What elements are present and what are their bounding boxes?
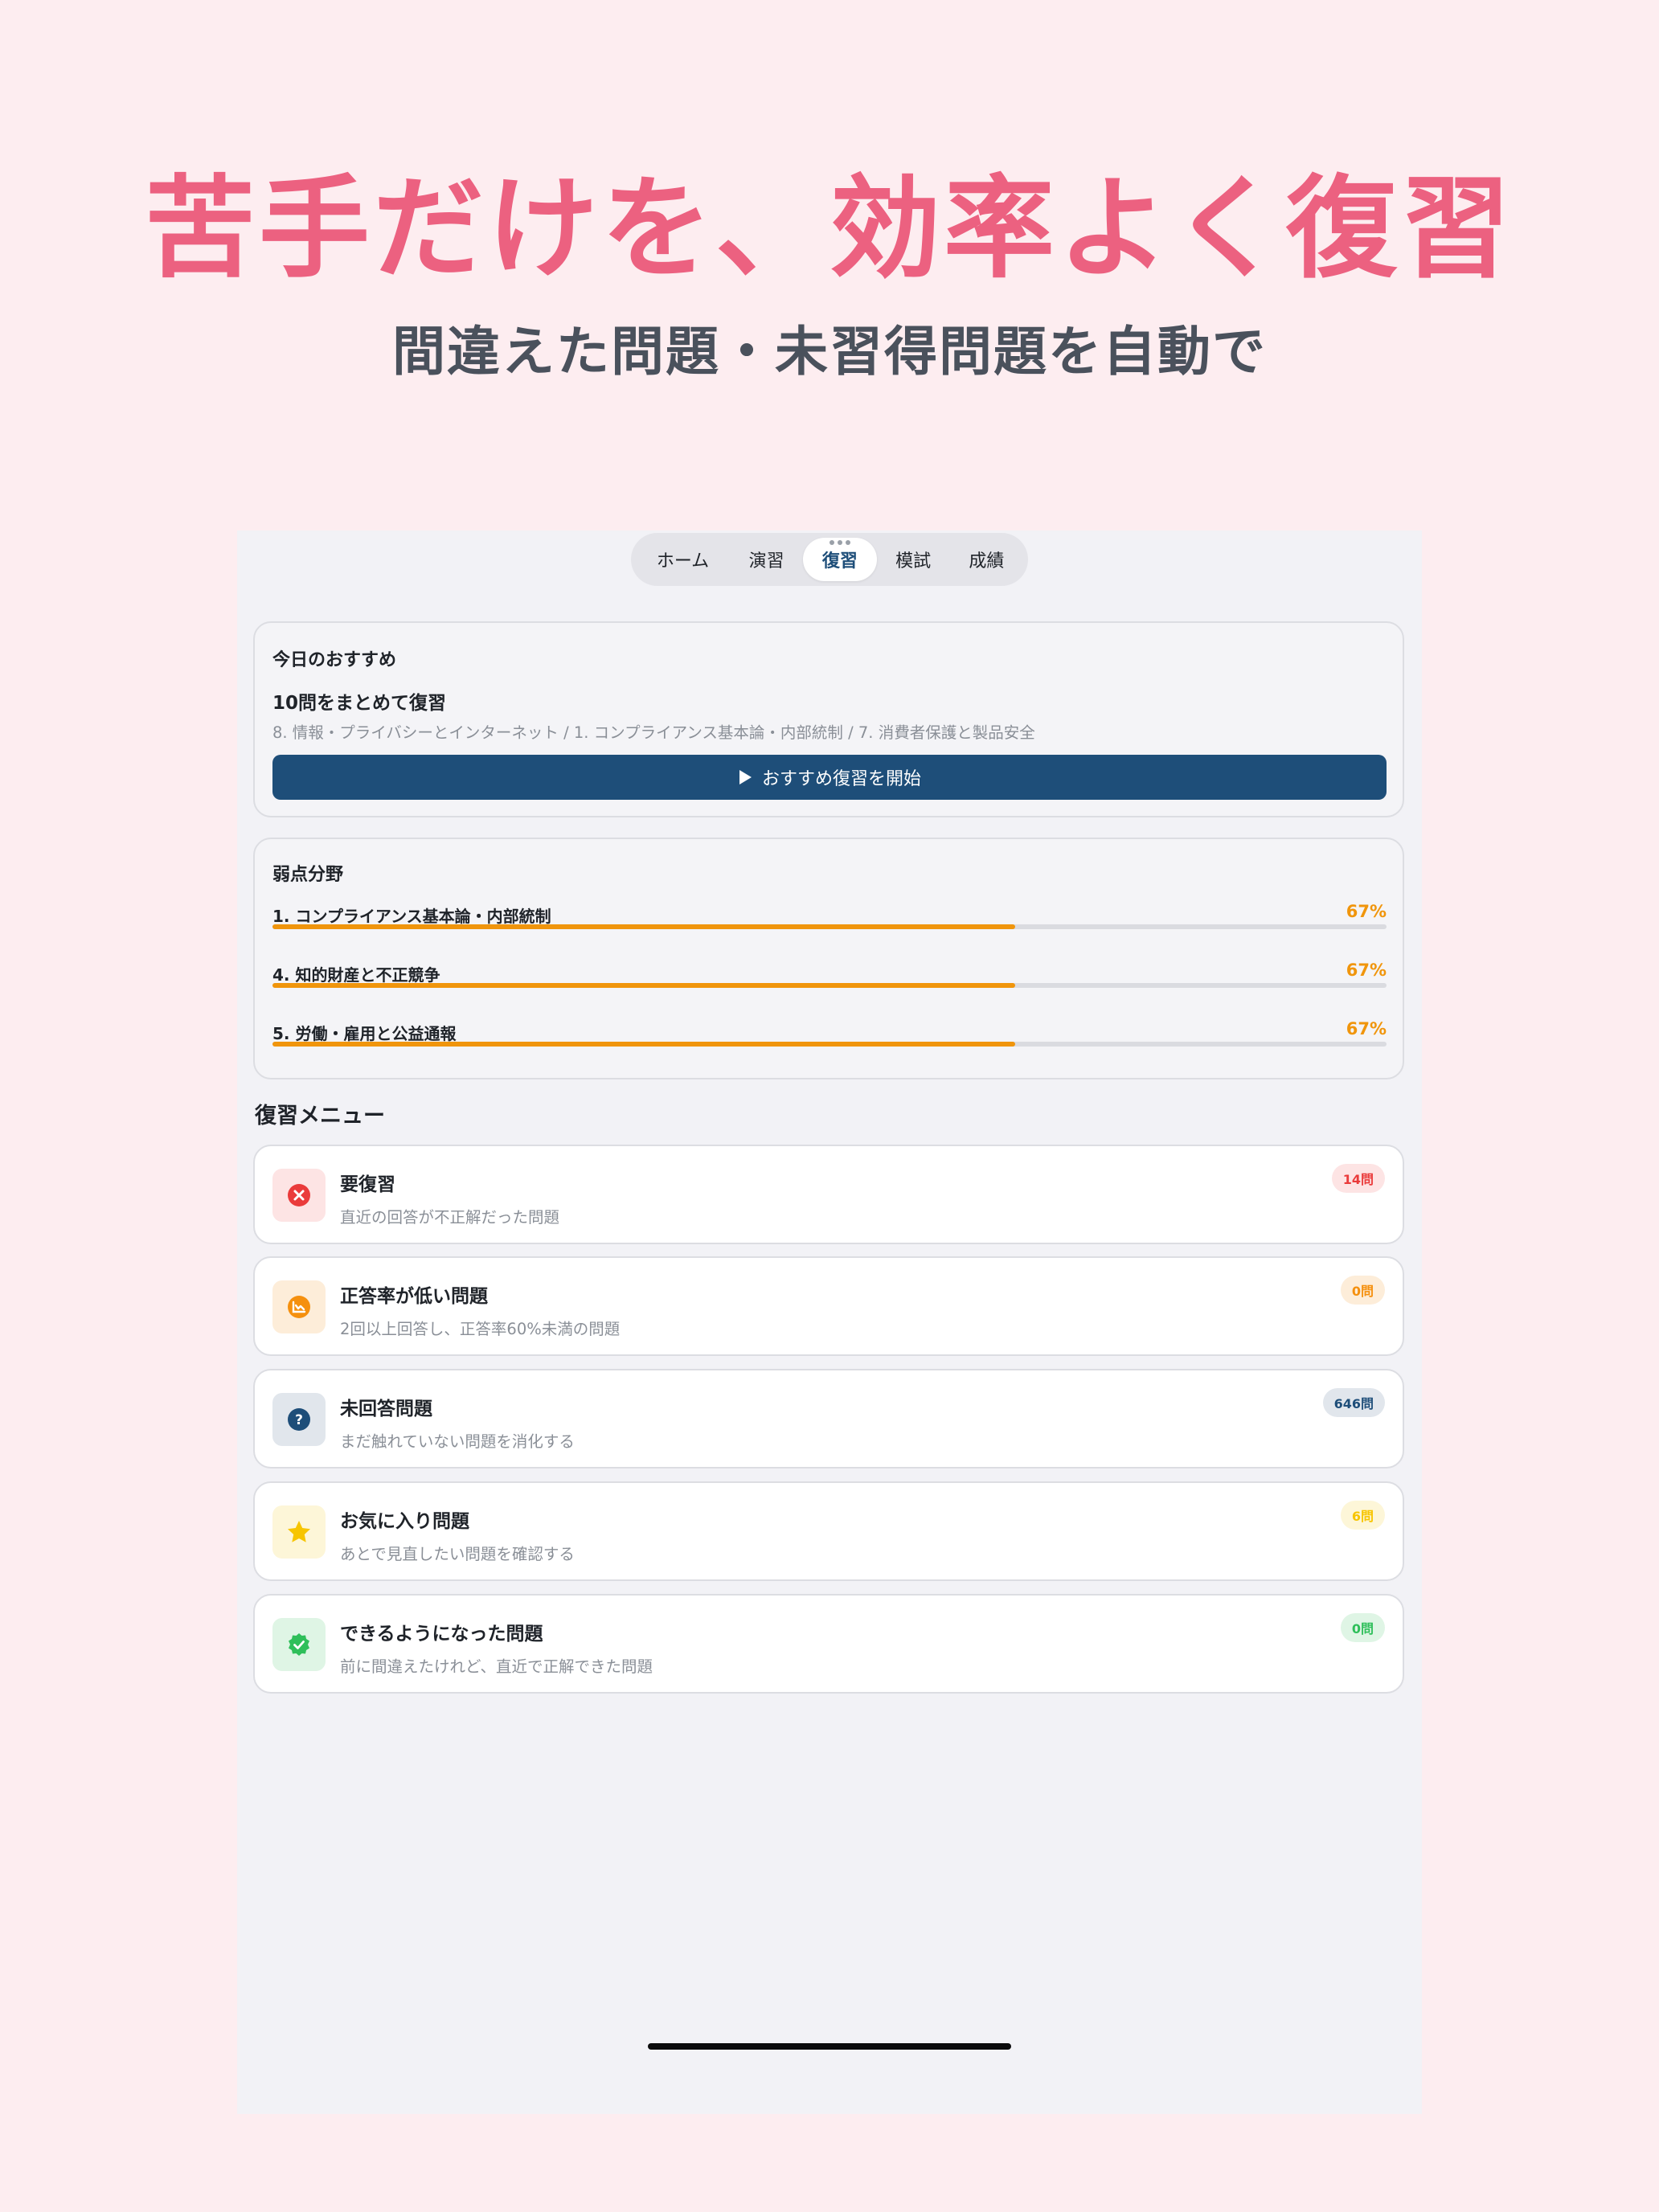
tab-review[interactable]: 復習 bbox=[803, 538, 877, 581]
count-badge: 14問 bbox=[1331, 1164, 1385, 1193]
menu-item-desc: まだ触れていない問題を消化する bbox=[340, 1432, 575, 1451]
weak-area-name: 5. 労働・雇用と公益通報 bbox=[272, 1024, 457, 1043]
count-badge: 646問 bbox=[1322, 1388, 1385, 1417]
menu-item-title: できるようになった問題 bbox=[340, 1624, 543, 1645]
weak-area-progress bbox=[272, 1042, 1387, 1047]
weak-area-progress bbox=[272, 924, 1387, 929]
home-indicator[interactable] bbox=[648, 2043, 1011, 2050]
weak-area-progress bbox=[272, 983, 1387, 988]
menu-item-desc: 前に間違えたけれど、直近で正解できた問題 bbox=[340, 1657, 653, 1676]
more-dots-icon bbox=[829, 540, 850, 545]
count-badge: 0問 bbox=[1340, 1276, 1385, 1305]
icon-box bbox=[272, 1618, 326, 1671]
weak-area-row: 5. 労働・雇用と公益通報 67% bbox=[272, 1019, 1387, 1053]
menu-item-title: 要復習 bbox=[340, 1174, 395, 1195]
menu-item-title: 未回答問題 bbox=[340, 1399, 432, 1419]
menu-item-desc: 直近の回答が不正解だった問題 bbox=[340, 1208, 560, 1227]
promo-headline: 苦手だけを、効率よく復習 bbox=[144, 164, 1514, 293]
weak-areas-title: 弱点分野 bbox=[272, 865, 344, 885]
count-badge: 0問 bbox=[1340, 1613, 1385, 1642]
menu-item-low-accuracy[interactable]: 正答率が低い問題 2回以上回答し、正答率60%未満の問題 0問 bbox=[253, 1256, 1404, 1356]
recommend-card: 今日のおすすめ 10問をまとめて復習 8. 情報・プライバシーとインターネット … bbox=[253, 621, 1404, 817]
promo-subline: 間違えた問題・未習得問題を自動で bbox=[392, 321, 1267, 383]
start-review-button[interactable]: おすすめ復習を開始 bbox=[272, 755, 1387, 800]
question-circle-icon: ? bbox=[288, 1408, 310, 1431]
play-icon bbox=[739, 770, 752, 784]
tab-label: 模試 bbox=[895, 551, 932, 571]
count-badge: 6問 bbox=[1340, 1501, 1385, 1530]
tab-label: 成績 bbox=[969, 551, 1005, 571]
weak-areas-card: 弱点分野 1. コンプライアンス基本論・内部統制 67% 4. 知的財産と不正競… bbox=[253, 838, 1404, 1079]
weak-area-row: 4. 知的財産と不正競争 67% bbox=[272, 961, 1387, 994]
progress-fill bbox=[272, 983, 1016, 988]
recommend-title: 今日のおすすめ bbox=[272, 650, 397, 670]
tab-mock-exam[interactable]: 模試 bbox=[877, 538, 950, 581]
menu-item-needs-review[interactable]: 要復習 直近の回答が不正解だった問題 14問 bbox=[253, 1145, 1404, 1244]
progress-fill bbox=[272, 924, 1016, 929]
check-badge-icon bbox=[289, 1633, 309, 1656]
tab-results[interactable]: 成績 bbox=[950, 538, 1023, 581]
tab-practice[interactable]: 演習 bbox=[730, 538, 803, 581]
tab-label: 演習 bbox=[748, 551, 784, 571]
icon-box bbox=[272, 1280, 326, 1333]
star-icon bbox=[288, 1521, 310, 1542]
weak-area-name: 4. 知的財産と不正競争 bbox=[272, 965, 440, 985]
recommend-subtitle: 10問をまとめて復習 bbox=[272, 693, 447, 714]
tab-label: ホーム bbox=[656, 551, 710, 571]
weak-area-row: 1. コンプライアンス基本論・内部統制 67% bbox=[272, 902, 1387, 936]
recommend-categories: 8. 情報・プライバシーとインターネット / 1. コンプライアンス基本論・内部… bbox=[272, 723, 1035, 742]
weak-area-percent: 67% bbox=[1346, 1019, 1387, 1038]
tab-home[interactable]: ホーム bbox=[636, 538, 730, 581]
tab-label: 復習 bbox=[821, 551, 858, 571]
menu-item-favorites[interactable]: お気に入り問題 あとで見直したい問題を確認する 6問 bbox=[253, 1481, 1404, 1581]
menu-item-title: お気に入り問題 bbox=[340, 1511, 469, 1532]
svg-text:?: ? bbox=[295, 1412, 303, 1428]
icon-box bbox=[272, 1169, 326, 1222]
review-menu-title: 復習メニュー bbox=[255, 1104, 385, 1129]
app-screen: ホーム 演習 復習 模試 成績 今日のおすすめ 10問をまとめて復習 8. 情報… bbox=[237, 530, 1422, 2114]
icon-box: ? bbox=[272, 1393, 326, 1446]
weak-area-percent: 67% bbox=[1346, 902, 1387, 921]
menu-item-desc: あとで見直したい問題を確認する bbox=[340, 1545, 575, 1563]
start-review-label: おすすめ復習を開始 bbox=[761, 769, 921, 789]
chart-down-icon bbox=[288, 1296, 310, 1318]
menu-item-title: 正答率が低い問題 bbox=[340, 1286, 488, 1307]
icon-box bbox=[272, 1505, 326, 1559]
menu-item-desc: 2回以上回答し、正答率60%未満の問題 bbox=[340, 1320, 621, 1338]
menu-item-mastered[interactable]: できるようになった問題 前に間違えたけれど、直近で正解できた問題 0問 bbox=[253, 1594, 1404, 1694]
weak-area-percent: 67% bbox=[1346, 961, 1387, 980]
progress-fill bbox=[272, 1042, 1016, 1047]
menu-item-unanswered[interactable]: ? 未回答問題 まだ触れていない問題を消化する 646問 bbox=[253, 1369, 1404, 1469]
tab-bar: ホーム 演習 復習 模試 成績 bbox=[631, 533, 1028, 586]
weak-area-name: 1. コンプライアンス基本論・内部統制 bbox=[272, 907, 551, 926]
x-circle-icon bbox=[288, 1184, 310, 1206]
